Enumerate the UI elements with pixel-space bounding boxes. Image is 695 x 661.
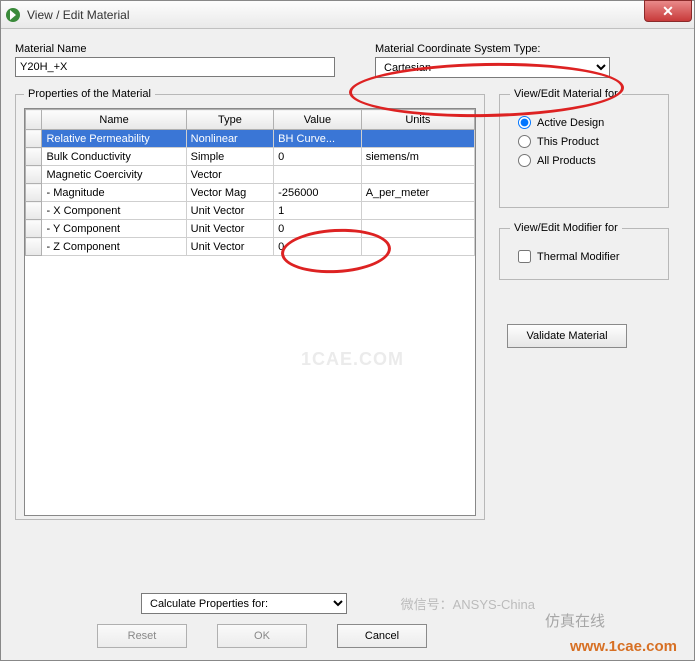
window-title: View / Edit Material <box>27 8 130 22</box>
material-name-label: Material Name <box>15 43 345 55</box>
cell-value[interactable] <box>274 166 362 184</box>
calc-select[interactable]: Calculate Properties for: <box>141 593 347 614</box>
cell-units[interactable]: siemens/m <box>361 148 474 166</box>
table-row[interactable]: - Z ComponentUnit Vector0 <box>26 238 475 256</box>
cell-name[interactable]: - Magnitude <box>42 184 186 202</box>
radio-active-design[interactable]: Active Design <box>518 116 658 129</box>
table-row[interactable]: Relative PermeabilityNonlinearBH Curve..… <box>26 130 475 148</box>
row-header[interactable] <box>26 130 42 148</box>
modifier-legend: View/Edit Modifier for <box>510 222 622 234</box>
cell-name[interactable]: Bulk Conductivity <box>42 148 186 166</box>
ok-button[interactable]: OK <box>217 624 307 648</box>
watermark-center: 1CAE.COM <box>301 349 404 370</box>
cell-units[interactable] <box>361 220 474 238</box>
table-row[interactable]: Magnetic CoercivityVector <box>26 166 475 184</box>
properties-table-wrap: Name Type Value Units Relative Permeabil… <box>24 108 476 516</box>
top-row: Material Name Material Coordinate System… <box>15 43 680 78</box>
reset-button[interactable]: Reset <box>97 624 187 648</box>
thermal-checkbox[interactable] <box>518 250 531 263</box>
col-units[interactable]: Units <box>361 110 474 130</box>
cell-units[interactable]: A_per_meter <box>361 184 474 202</box>
button-row: Reset OK Cancel <box>97 624 427 648</box>
right-column: View/Edit Material for Active Design Thi… <box>499 88 669 520</box>
cell-units[interactable] <box>361 130 474 148</box>
main-row: Properties of the Material Name Type Val… <box>15 88 680 520</box>
cell-type[interactable]: Nonlinear <box>186 130 274 148</box>
view-edit-fieldset: View/Edit Material for Active Design Thi… <box>499 88 669 208</box>
cell-value[interactable]: 1 <box>274 202 362 220</box>
row-header-corner <box>26 110 42 130</box>
table-row[interactable]: - MagnitudeVector Mag-256000A_per_meter <box>26 184 475 202</box>
radio-active-label: Active Design <box>537 117 604 129</box>
radio-active-input[interactable] <box>518 116 531 129</box>
cell-value[interactable]: -256000 <box>274 184 362 202</box>
titlebar: View / Edit Material ✕ <box>1 1 694 29</box>
modifier-fieldset: View/Edit Modifier for Thermal Modifier <box>499 222 669 280</box>
coord-select[interactable]: Cartesian <box>375 57 610 78</box>
view-edit-legend: View/Edit Material for <box>510 88 622 100</box>
table-row[interactable]: Bulk ConductivitySimple0siemens/m <box>26 148 475 166</box>
col-name[interactable]: Name <box>42 110 186 130</box>
cell-units[interactable] <box>361 238 474 256</box>
dialog-window: View / Edit Material ✕ Material Name Mat… <box>0 0 695 661</box>
radio-product-input[interactable] <box>518 135 531 148</box>
radio-all-products[interactable]: All Products <box>518 154 658 167</box>
coord-label: Material Coordinate System Type: <box>375 43 620 55</box>
cell-type[interactable]: Vector <box>186 166 274 184</box>
material-name-input[interactable] <box>15 57 335 77</box>
properties-table: Name Type Value Units Relative Permeabil… <box>25 109 475 256</box>
cell-name[interactable]: - Z Component <box>42 238 186 256</box>
cell-units[interactable] <box>361 166 474 184</box>
watermark-cn: 仿真在线 <box>545 610 605 631</box>
col-value[interactable]: Value <box>274 110 362 130</box>
cell-type[interactable]: Unit Vector <box>186 238 274 256</box>
cell-value[interactable]: 0 <box>274 238 362 256</box>
cell-value[interactable]: BH Curve... <box>274 130 362 148</box>
cell-value[interactable]: 0 <box>274 220 362 238</box>
radio-this-product[interactable]: This Product <box>518 135 658 148</box>
cell-name[interactable]: Magnetic Coercivity <box>42 166 186 184</box>
close-button[interactable]: ✕ <box>644 0 692 22</box>
calc-row: Calculate Properties for: <box>141 593 347 614</box>
cell-name[interactable]: Relative Permeability <box>42 130 186 148</box>
watermark-url: www.1cae.com <box>570 638 677 655</box>
cell-type[interactable]: Simple <box>186 148 274 166</box>
properties-legend: Properties of the Material <box>24 88 155 100</box>
radio-product-label: This Product <box>537 136 599 148</box>
row-header[interactable] <box>26 220 42 238</box>
row-header[interactable] <box>26 184 42 202</box>
thermal-modifier-check[interactable]: Thermal Modifier <box>518 250 658 263</box>
app-icon <box>5 7 21 23</box>
cell-units[interactable] <box>361 202 474 220</box>
radio-all-label: All Products <box>537 155 596 167</box>
thermal-label: Thermal Modifier <box>537 251 620 263</box>
row-header[interactable] <box>26 202 42 220</box>
table-row[interactable]: - Y ComponentUnit Vector0 <box>26 220 475 238</box>
cell-type[interactable]: Unit Vector <box>186 202 274 220</box>
radio-all-input[interactable] <box>518 154 531 167</box>
validate-button[interactable]: Validate Material <box>507 324 627 348</box>
cancel-button[interactable]: Cancel <box>337 624 427 648</box>
cell-type[interactable]: Vector Mag <box>186 184 274 202</box>
row-header[interactable] <box>26 148 42 166</box>
properties-fieldset: Properties of the Material Name Type Val… <box>15 88 485 520</box>
col-type[interactable]: Type <box>186 110 274 130</box>
cell-name[interactable]: - Y Component <box>42 220 186 238</box>
client-area: Material Name Material Coordinate System… <box>1 29 694 660</box>
row-header[interactable] <box>26 238 42 256</box>
cell-value[interactable]: 0 <box>274 148 362 166</box>
cell-type[interactable]: Unit Vector <box>186 220 274 238</box>
watermark-wechat: 微信号：ANSYS-China <box>401 594 535 613</box>
cell-name[interactable]: - X Component <box>42 202 186 220</box>
table-row[interactable]: - X ComponentUnit Vector1 <box>26 202 475 220</box>
close-icon: ✕ <box>662 3 674 20</box>
row-header[interactable] <box>26 166 42 184</box>
